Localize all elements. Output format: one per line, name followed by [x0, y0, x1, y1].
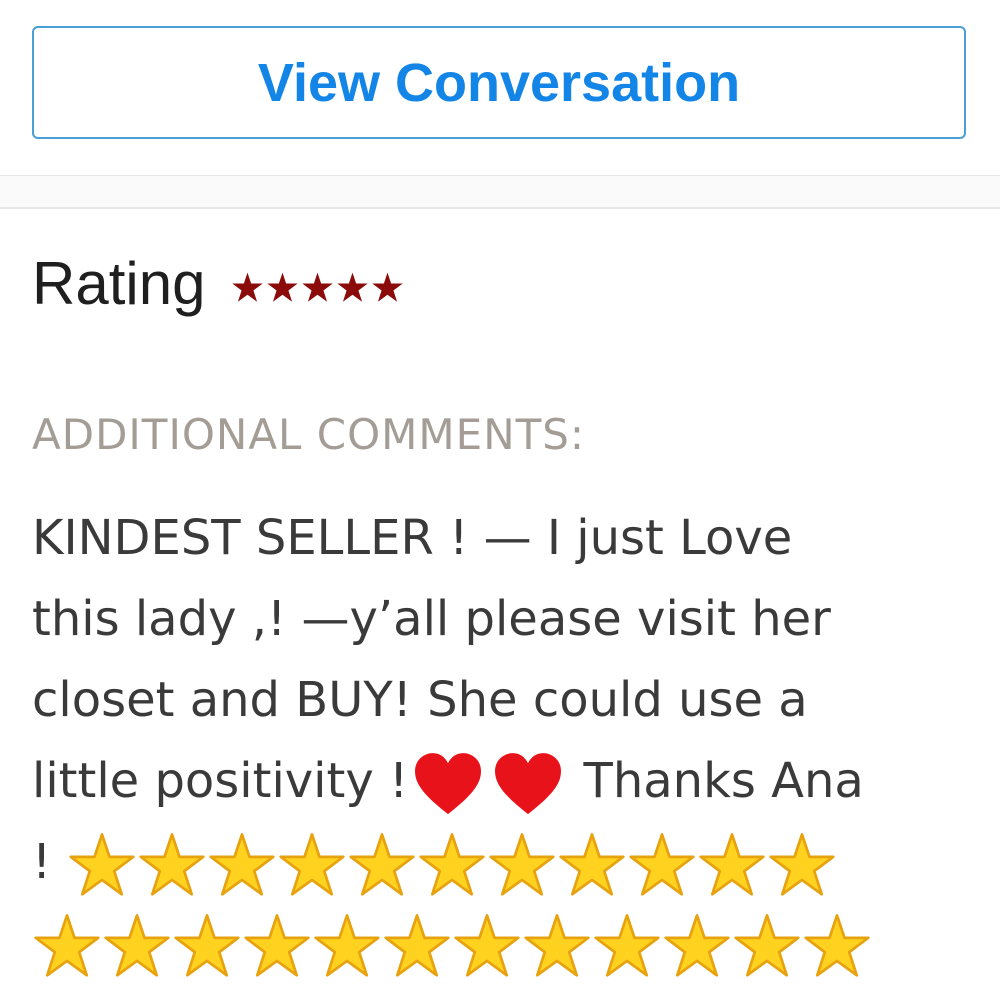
rating-star-icon: [267, 272, 299, 302]
star-emoji: [452, 912, 522, 980]
view-conversation-button[interactable]: View Conversation: [32, 26, 966, 139]
rating-label: Rating: [32, 249, 206, 317]
star-emoji-row: [32, 903, 972, 984]
star-emoji: [277, 831, 347, 899]
rating-stars: [231, 271, 406, 304]
star-emoji: [207, 831, 277, 899]
rating-star-icon: [337, 272, 369, 302]
star-emoji: [172, 912, 242, 980]
rating-star-icon: [302, 272, 334, 302]
star-emoji: [802, 912, 872, 980]
star-emoji: [767, 831, 837, 899]
red-heart-emoji: [492, 751, 564, 817]
rating-star-icon: [372, 272, 404, 302]
star-emoji: [487, 831, 557, 899]
star-emoji: [732, 912, 802, 980]
view-conversation-label: View Conversation: [257, 52, 741, 113]
star-emoji: [522, 912, 592, 980]
star-emoji: [697, 831, 767, 899]
rating-row: Rating: [32, 248, 406, 318]
comment-line: !: [32, 822, 972, 903]
star-emoji: [557, 831, 627, 899]
star-emoji: [417, 831, 487, 899]
star-emoji: [32, 912, 102, 980]
comment-text: little positivity !: [32, 753, 409, 809]
divider: [0, 207, 1000, 209]
additional-comments-heading: ADDITIONAL COMMENTS:: [32, 410, 586, 459]
comment-line: this lady ,! —y’all please visit her: [32, 591, 831, 647]
rating-star-icon: [232, 272, 264, 302]
star-emoji: [662, 912, 732, 980]
star-emoji-row: [67, 833, 837, 896]
comment-text: !: [32, 834, 67, 890]
comment-line: little positivity ! Thanks Ana: [32, 741, 972, 822]
star-emoji: [67, 831, 137, 899]
star-emoji: [242, 912, 312, 980]
star-emoji: [102, 912, 172, 980]
review-page: View Conversation Rating ADDITIONAL COMM…: [0, 0, 1000, 1000]
star-emoji: [382, 912, 452, 980]
red-heart-emoji: [412, 751, 484, 817]
comment-line: KINDEST SELLER ! — I just Love: [32, 510, 793, 566]
star-emoji: [592, 912, 662, 980]
comment-line: closet and BUY! She could use a: [32, 672, 808, 728]
hearts-group: [408, 753, 568, 815]
comment-body: KINDEST SELLER ! — I just Love this lady…: [32, 498, 972, 984]
star-emoji: [347, 831, 417, 899]
section-gap: [0, 176, 1000, 208]
star-emoji: [312, 912, 382, 980]
star-emoji: [627, 831, 697, 899]
comment-text: Thanks Ana: [568, 753, 864, 809]
star-emoji: [137, 831, 207, 899]
